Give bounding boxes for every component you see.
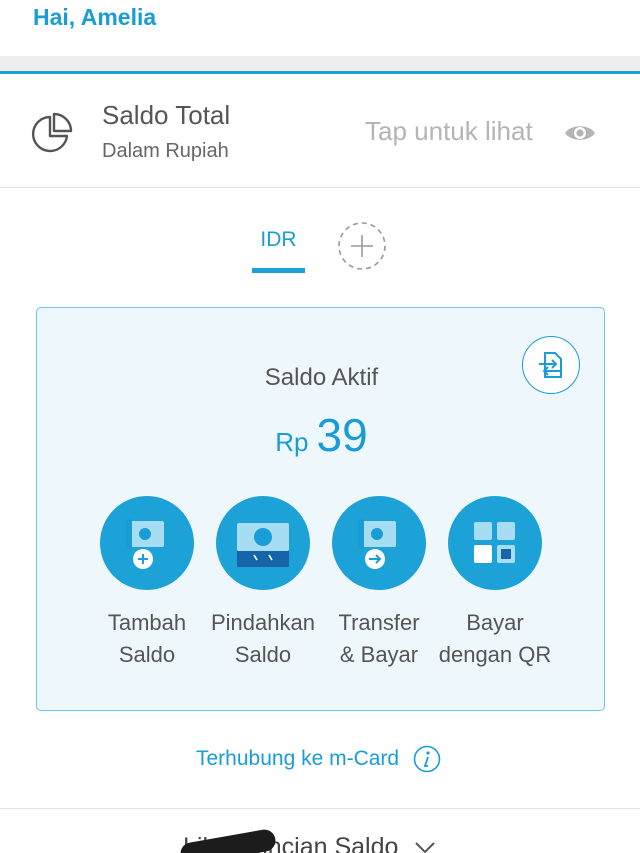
transfer-bayar-label: Transfer & Bayar	[338, 610, 420, 667]
tab-idr[interactable]: IDR	[252, 228, 305, 273]
mcard-link[interactable]: Terhubung ke m-Card	[196, 745, 441, 773]
money-transfer-icon	[332, 496, 426, 590]
greeting-header: Hai, Amelia	[0, 0, 640, 56]
money-move-icon	[216, 496, 310, 590]
tap-to-view-label[interactable]: Tap untuk lihat	[365, 116, 533, 147]
pindahkan-saldo-button[interactable]: Pindahkan Saldo	[203, 496, 323, 671]
saldo-total-title: Saldo Total	[102, 100, 231, 130]
pindahkan-saldo-label: Pindahkan Saldo	[211, 610, 315, 667]
tambah-saldo-label: Tambah Saldo	[107, 610, 187, 667]
mcard-label: Terhubung ke m-Card	[196, 747, 400, 770]
qr-grid-icon	[448, 496, 542, 590]
transfer-bayar-button[interactable]: Transfer & Bayar	[319, 496, 439, 671]
currency-tabs: IDR	[0, 189, 640, 284]
saldo-aktif-card: Saldo Aktif Rp 39 Tambah Saldo Pindahkan…	[36, 307, 605, 711]
eye-icon[interactable]	[563, 122, 597, 144]
chevron-down-icon	[415, 841, 436, 853]
balance-amount: Rp 39	[37, 408, 606, 462]
saldo-aktif-title: Saldo Aktif	[264, 364, 379, 391]
plus-icon[interactable]	[337, 221, 387, 271]
money-plus-icon	[100, 496, 194, 590]
tab-active-indicator	[252, 268, 305, 273]
balance-currency: Rp	[275, 427, 309, 457]
tab-idr-label: IDR	[260, 228, 297, 251]
balance-value: 39	[316, 409, 368, 461]
bottom-divider	[0, 808, 640, 809]
greeting-text: Hai, Amelia	[33, 4, 157, 30]
pie-chart-icon	[31, 112, 73, 153]
info-icon[interactable]	[413, 745, 441, 773]
saldo-total-subtitle: Dalam Rupiah	[102, 140, 229, 162]
bayar-qr-label: Bayar dengan QR	[438, 610, 552, 667]
section-separator	[0, 56, 640, 72]
tambah-saldo-button[interactable]: Tambah Saldo	[87, 496, 207, 671]
saldo-total-row[interactable]: Saldo Total Dalam Rupiah Tap untuk lihat	[0, 74, 640, 188]
bayar-qr-button[interactable]: Bayar dengan QR	[435, 496, 555, 671]
